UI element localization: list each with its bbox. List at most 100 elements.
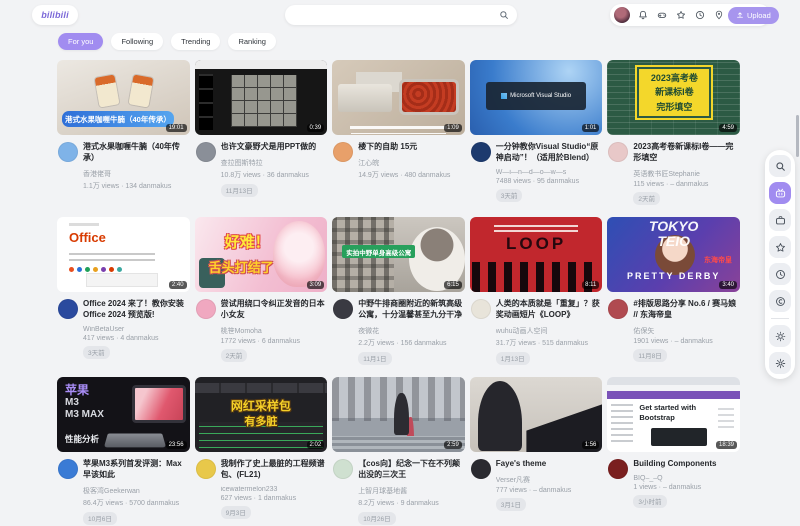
- video-thumbnail[interactable]: 港式水果咖喱牛腩（40年传承）19:01: [57, 60, 190, 135]
- uploader-name[interactable]: WinBetaUser: [83, 326, 189, 333]
- video-thumbnail[interactable]: Get started with Bootstrap18:39: [607, 377, 740, 452]
- video-title[interactable]: 苹果M3系列首发评测：Max早该如此: [83, 459, 189, 481]
- uploader-avatar[interactable]: [333, 459, 353, 479]
- uploader-name[interactable]: 查拉图斯特拉: [221, 158, 327, 168]
- video-card[interactable]: 实拍中野单身高级公寓6:15 中野牛排商圈附近的新筑高级公寓，十分温馨甚至九分干净…: [332, 217, 465, 366]
- video-card[interactable]: 1:56Faye's themeVerser凡赛777 views · – da…: [470, 377, 603, 526]
- video-thumbnail[interactable]: Office2:40: [57, 217, 190, 292]
- tab-trending[interactable]: Trending: [171, 33, 220, 50]
- uploader-avatar[interactable]: [58, 299, 78, 319]
- uploader-name[interactable]: 桃笹Momoha: [221, 326, 327, 336]
- bell-icon[interactable]: [635, 7, 650, 23]
- location-pin-icon[interactable]: [711, 7, 726, 23]
- tab-following[interactable]: Following: [111, 33, 163, 50]
- uploader-name[interactable]: 香港佬哥: [83, 169, 189, 179]
- search-input[interactable]: [293, 10, 499, 21]
- video-card[interactable]: 0:39也许文豪野犬是用PPT做的查拉图斯特拉10.8万 views · 36 …: [195, 60, 328, 206]
- video-thumbnail[interactable]: 2:59: [332, 377, 465, 452]
- video-card[interactable]: Get started with Bootstrap18:39 Building …: [607, 377, 740, 526]
- video-thumbnail[interactable]: TOKYO TEIOPRETTY DERBY东海帝皇3:40: [607, 217, 740, 292]
- search-bar[interactable]: [285, 5, 517, 25]
- video-card[interactable]: TOKYO TEIOPRETTY DERBY东海帝皇3:40 #排版思路分享 No…: [607, 217, 740, 366]
- uploader-name[interactable]: 夜微花: [358, 326, 464, 336]
- video-card[interactable]: Microsoft Visual Studio1:01 一分钟教你Visual S…: [470, 60, 603, 206]
- video-card[interactable]: 网红采样包有多脏2:02 我制作了史上最脏的工程频谱包、(FL21) icewate…: [195, 377, 328, 526]
- uploader-name[interactable]: 上智月球基地酱: [358, 486, 464, 496]
- video-title[interactable]: 人类的本质就是「重复」？获奖动画短片《LOOP》: [496, 299, 602, 321]
- sidebar-tv-icon[interactable]: [769, 209, 791, 231]
- video-title[interactable]: Faye's theme: [496, 459, 602, 470]
- uploader-avatar[interactable]: [333, 142, 353, 162]
- tab-ranking[interactable]: Ranking: [228, 33, 276, 50]
- uploader-avatar[interactable]: [608, 142, 628, 162]
- video-title[interactable]: 我制作了史上最脏的工程频谱包、(FL21): [221, 459, 327, 481]
- video-thumbnail[interactable]: 网红采样包有多脏2:02: [195, 377, 328, 452]
- history-clock-icon[interactable]: [692, 7, 707, 23]
- uploader-name[interactable]: 英语教书匠Stephanie: [633, 169, 739, 179]
- uploader-name[interactable]: 江心皖: [358, 158, 464, 168]
- uploader-name[interactable]: icewatermelon233: [221, 486, 327, 493]
- video-thumbnail[interactable]: 0:39: [195, 60, 328, 135]
- video-title[interactable]: 港式水果咖喱牛腩（40年传承）: [83, 142, 189, 164]
- video-thumbnail[interactable]: LOOP8:11: [470, 217, 603, 292]
- sidebar-star-icon[interactable]: [769, 236, 791, 258]
- video-thumbnail[interactable]: 1:09: [332, 60, 465, 135]
- video-thumbnail[interactable]: 苹果M3 M3 MAX性能分析23:56: [57, 377, 190, 452]
- video-card[interactable]: 1:09楼下的自助 15元江心皖14.9万 views · 480 danmak…: [332, 60, 465, 206]
- video-card[interactable]: Office2:40 Office 2024 来了！教你安装 Office 202…: [57, 217, 190, 366]
- video-title[interactable]: 【cos向】纪念一下在不列颠出没的三次王: [358, 459, 464, 481]
- video-title[interactable]: 2023高考卷新课标I卷——完形填空: [633, 142, 739, 164]
- controller-icon[interactable]: [654, 7, 669, 23]
- uploader-name[interactable]: 佑保矢: [633, 326, 739, 336]
- uploader-avatar[interactable]: [608, 299, 628, 319]
- video-card[interactable]: LOOP8:11 人类的本质就是「重复」？获奖动画短片《LOOP》 wuhu动画人空…: [470, 217, 603, 366]
- date-badge: 3小时前: [633, 495, 666, 508]
- uploader-avatar[interactable]: [196, 299, 216, 319]
- tab-for-you[interactable]: For you: [58, 33, 103, 50]
- video-card[interactable]: 2023高考卷 新课标I卷 完形填空4:59 2023高考卷新课标I卷——完形填空…: [607, 60, 740, 206]
- video-thumbnail[interactable]: 好难！舌头打结了3:09: [195, 217, 328, 292]
- uploader-avatar[interactable]: [471, 299, 491, 319]
- video-thumbnail[interactable]: 1:56: [470, 377, 603, 452]
- video-card[interactable]: 2:59【cos向】纪念一下在不列颠出没的三次王上智月球基地酱8.2万 view…: [332, 377, 465, 526]
- uploader-name[interactable]: Verser凡赛: [496, 475, 602, 485]
- video-title[interactable]: 中野牛排商圈附近的新筑高级公寓，十分温馨甚至九分干净: [358, 299, 464, 321]
- uploader-avatar[interactable]: [196, 459, 216, 479]
- video-title[interactable]: #排版思路分享 No.6 / 赛马娘 // 东海帝皇: [633, 299, 739, 321]
- video-title[interactable]: Office 2024 来了！教你安装 Office 2024 预览版!: [83, 299, 189, 321]
- video-thumbnail[interactable]: 2023高考卷 新课标I卷 完形填空4:59: [607, 60, 740, 135]
- uploader-avatar[interactable]: [58, 142, 78, 162]
- sidebar-history-icon[interactable]: [769, 263, 791, 285]
- sidebar-search-icon[interactable]: [769, 155, 791, 177]
- uploader-avatar[interactable]: [58, 459, 78, 479]
- video-thumbnail[interactable]: 实拍中野单身高级公寓6:15: [332, 217, 465, 292]
- uploader-avatar[interactable]: [196, 142, 216, 162]
- uploader-avatar[interactable]: [608, 459, 628, 479]
- bilibili-logo[interactable]: bilibili: [32, 5, 78, 25]
- search-icon[interactable]: [499, 10, 509, 20]
- uploader-avatar[interactable]: [471, 459, 491, 479]
- sidebar-settings-gear-icon[interactable]: [769, 352, 791, 374]
- favorites-star-icon[interactable]: [673, 7, 688, 23]
- uploader-avatar[interactable]: [471, 142, 491, 162]
- upload-button[interactable]: Upload: [728, 7, 779, 24]
- uploader-name[interactable]: BIQ–_–Q: [633, 475, 739, 482]
- uploader-name[interactable]: W—i—n—d—o—w—s: [496, 169, 602, 176]
- video-title[interactable]: Building Components: [633, 459, 739, 470]
- video-card[interactable]: 港式水果咖喱牛腩（40年传承）19:01港式水果咖喱牛腩（40年传承）香港佬哥1…: [57, 60, 190, 206]
- uploader-name[interactable]: wuhu动画人空间: [496, 326, 602, 336]
- video-title[interactable]: 尝试用绕口令纠正发音的日本小女友: [221, 299, 327, 321]
- video-card[interactable]: 苹果M3 M3 MAX性能分析23:56 苹果M3系列首发评测：Max早该如此极客…: [57, 377, 190, 526]
- sidebar-coin-icon[interactable]: [769, 290, 791, 312]
- video-title[interactable]: 一分钟教你Visual Studio“原神启动”！（适用於Blend）: [496, 142, 602, 164]
- video-card[interactable]: 好难！舌头打结了3:09尝试用绕口令纠正发音的日本小女友桃笹Momoha1772…: [195, 217, 328, 366]
- sidebar-home-icon[interactable]: [769, 182, 791, 204]
- video-thumbnail[interactable]: Microsoft Visual Studio1:01: [470, 60, 603, 135]
- video-title[interactable]: 楼下的自助 15元: [358, 142, 464, 153]
- uploader-avatar[interactable]: [333, 299, 353, 319]
- sidebar-theme-sun-icon[interactable]: [769, 325, 791, 347]
- video-title[interactable]: 也许文豪野犬是用PPT做的: [221, 142, 327, 153]
- uploader-name[interactable]: 极客湾Geekerwan: [83, 486, 189, 496]
- user-avatar[interactable]: [614, 7, 630, 23]
- scrollbar[interactable]: [796, 115, 799, 157]
